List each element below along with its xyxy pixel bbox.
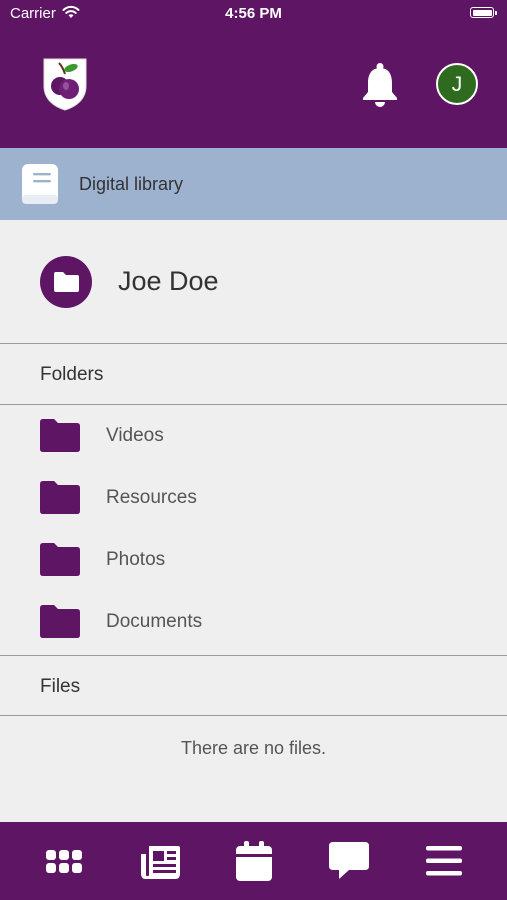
tab-bar xyxy=(0,822,507,900)
folder-icon xyxy=(40,605,80,638)
book-icon xyxy=(20,162,62,211)
folder-icon xyxy=(40,419,80,452)
calendar-icon xyxy=(236,841,272,881)
tab-menu[interactable] xyxy=(409,822,479,900)
folder-owner-row: Joe Doe xyxy=(0,220,507,343)
divider xyxy=(0,655,507,656)
status-bar: Carrier 4:56 PM xyxy=(0,0,507,28)
owner-name: Joe Doe xyxy=(118,266,219,296)
app-header: Carrier 4:56 PM J xyxy=(0,0,507,148)
folder-item-documents[interactable]: Documents xyxy=(0,591,507,653)
news-icon xyxy=(141,846,180,879)
folder-item-resources[interactable]: Resources xyxy=(0,467,507,529)
tab-apps[interactable] xyxy=(29,822,99,900)
tab-news[interactable] xyxy=(125,822,195,900)
menu-icon xyxy=(426,846,462,876)
tab-calendar[interactable] xyxy=(219,822,289,900)
apps-grid-icon xyxy=(46,850,82,873)
bell-icon[interactable] xyxy=(360,62,400,113)
chat-icon xyxy=(329,842,369,879)
tab-messages[interactable] xyxy=(314,822,384,900)
avatar[interactable]: J xyxy=(436,63,478,105)
divider xyxy=(0,343,507,344)
folder-icon xyxy=(40,256,92,308)
plum-shield-logo[interactable] xyxy=(41,56,89,117)
folder-icon xyxy=(40,543,80,576)
empty-files-message: There are no files. xyxy=(180,738,327,758)
folder-item-videos[interactable]: Videos xyxy=(0,405,507,467)
folder-label: Resources xyxy=(106,487,197,508)
battery-icon xyxy=(470,7,497,18)
digital-library-bar[interactable]: Digital library xyxy=(0,148,507,220)
folder-label: Videos xyxy=(106,425,164,446)
library-title: Digital library xyxy=(79,174,184,194)
folders-heading: Folders xyxy=(40,364,104,385)
clock: 4:56 PM xyxy=(225,5,282,22)
divider xyxy=(0,715,507,716)
folder-label: Photos xyxy=(106,549,166,570)
files-heading: Files xyxy=(40,676,81,697)
folder-item-photos[interactable]: Photos xyxy=(0,529,507,591)
folder-icon xyxy=(40,481,80,514)
folder-label: Documents xyxy=(106,611,203,632)
